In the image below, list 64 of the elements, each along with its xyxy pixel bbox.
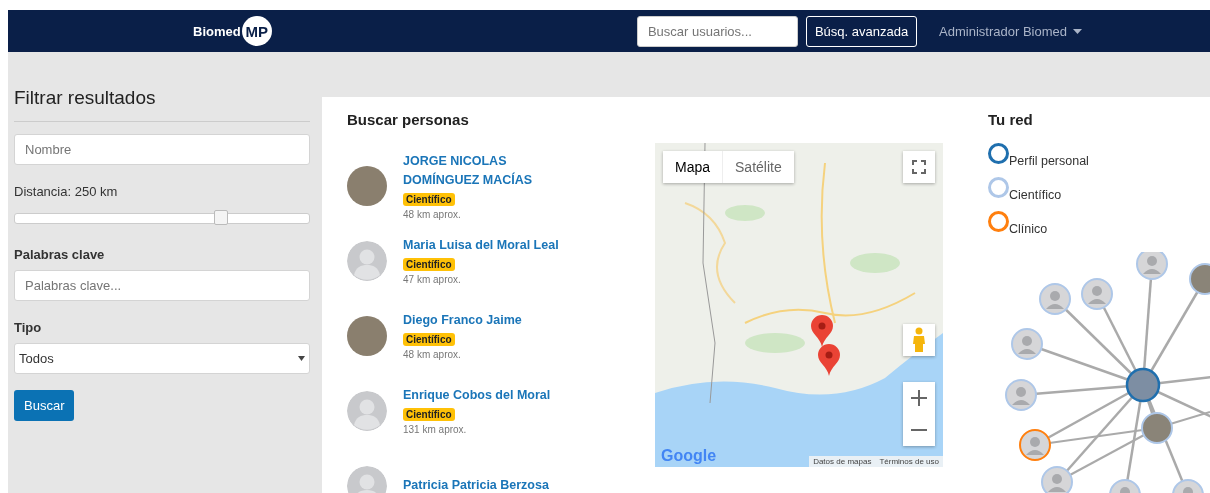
distance-slider[interactable] <box>14 213 310 224</box>
network-person-node-icon[interactable] <box>1011 328 1043 360</box>
person-name-link[interactable]: Patricia Patricia Berzosa <box>403 476 549 493</box>
slider-thumb[interactable] <box>213 210 228 225</box>
default-avatar-icon <box>347 390 387 431</box>
map-logo: Google <box>661 447 717 465</box>
people-title: Buscar personas <box>347 111 470 128</box>
legend-label: Perfil personal <box>1009 154 1089 168</box>
brand-name: Biomed <box>193 23 241 39</box>
search-button[interactable]: Buscar <box>14 390 75 421</box>
distance-text: 48 km aprox. <box>403 208 461 220</box>
advanced-search-button[interactable]: Búsq. avanzada <box>805 15 918 47</box>
avatar-photo-placeholder <box>347 315 387 356</box>
legend-label: Científico <box>1009 188 1062 202</box>
network-person-node-icon[interactable] <box>1005 379 1037 411</box>
role-badge: Científico <box>403 192 455 206</box>
default-avatar-icon <box>347 465 387 493</box>
network-center-node[interactable] <box>1125 367 1161 403</box>
legend-label: Clínico <box>1009 222 1048 236</box>
network-person-node-icon[interactable] <box>1019 429 1051 461</box>
map-type-tab[interactable]: Satélite <box>723 151 794 183</box>
role-badge: Científico <box>403 333 455 346</box>
distance-text: 47 km aprox. <box>403 274 461 285</box>
distance-text: 48 km aprox. <box>403 349 461 360</box>
network-title: Tu red <box>988 111 1034 128</box>
role-badge: Científico <box>403 258 455 271</box>
network-person-node-icon[interactable] <box>1109 479 1141 493</box>
network-person-node-icon[interactable] <box>1081 278 1113 310</box>
dropdown-arrow-icon <box>298 356 305 361</box>
role-badge: Científico <box>403 408 455 421</box>
user-menu[interactable]: Administrador Biomed <box>939 23 1082 39</box>
caret-icon <box>1073 28 1082 34</box>
type-select[interactable]: Todos <box>14 343 310 374</box>
keywords-field[interactable]: Palabras clave... <box>14 270 310 301</box>
distance-text: 131 km aprox. <box>403 424 467 435</box>
fullscreen-icon[interactable] <box>903 151 935 183</box>
network-photo-node[interactable] <box>1189 263 1210 295</box>
network-person-node-icon[interactable] <box>1172 479 1204 493</box>
keywords-label: Palabras clave <box>14 247 105 262</box>
person-name-link[interactable]: Diego Franco Jaime <box>403 311 522 330</box>
filter-title: Filtrar resultados <box>14 87 157 109</box>
avatar-photo-placeholder <box>347 165 387 206</box>
default-avatar-icon <box>347 240 387 281</box>
map-footer-link[interactable]: Términos de uso <box>875 456 943 467</box>
type-label: Tipo <box>14 320 42 335</box>
zoom-in-icon[interactable] <box>903 382 935 414</box>
network-person-node-icon[interactable] <box>1136 252 1168 280</box>
network-photo-node[interactable] <box>1141 412 1173 444</box>
map-marker-icon <box>818 344 840 376</box>
person-name-link[interactable]: JORGE NICOLAS DOMÍNGUEZ MACÍAS <box>403 151 553 190</box>
map-footer-link[interactable]: Datos de mapas <box>809 456 876 467</box>
user-search-field[interactable]: Buscar usuarios... <box>636 15 798 47</box>
brand-logo[interactable]: Biomed MP <box>193 16 272 46</box>
person-name-link[interactable]: Maria Luisa del Moral Leal <box>403 236 559 255</box>
brand-badge: MP <box>241 16 272 46</box>
network-person-node-icon[interactable] <box>1041 466 1073 493</box>
network-person-node-icon[interactable] <box>1039 283 1071 315</box>
map-marker-icon <box>811 315 833 347</box>
distance-label: Distancia: 250 km <box>14 184 118 199</box>
street-view-person-icon[interactable] <box>903 324 935 356</box>
name-field[interactable]: Nombre <box>14 134 310 165</box>
zoom-out-icon[interactable] <box>903 414 935 446</box>
person-name-link[interactable]: Enrique Cobos del Moral <box>403 386 551 405</box>
map-type-tab[interactable]: Mapa <box>663 151 724 183</box>
